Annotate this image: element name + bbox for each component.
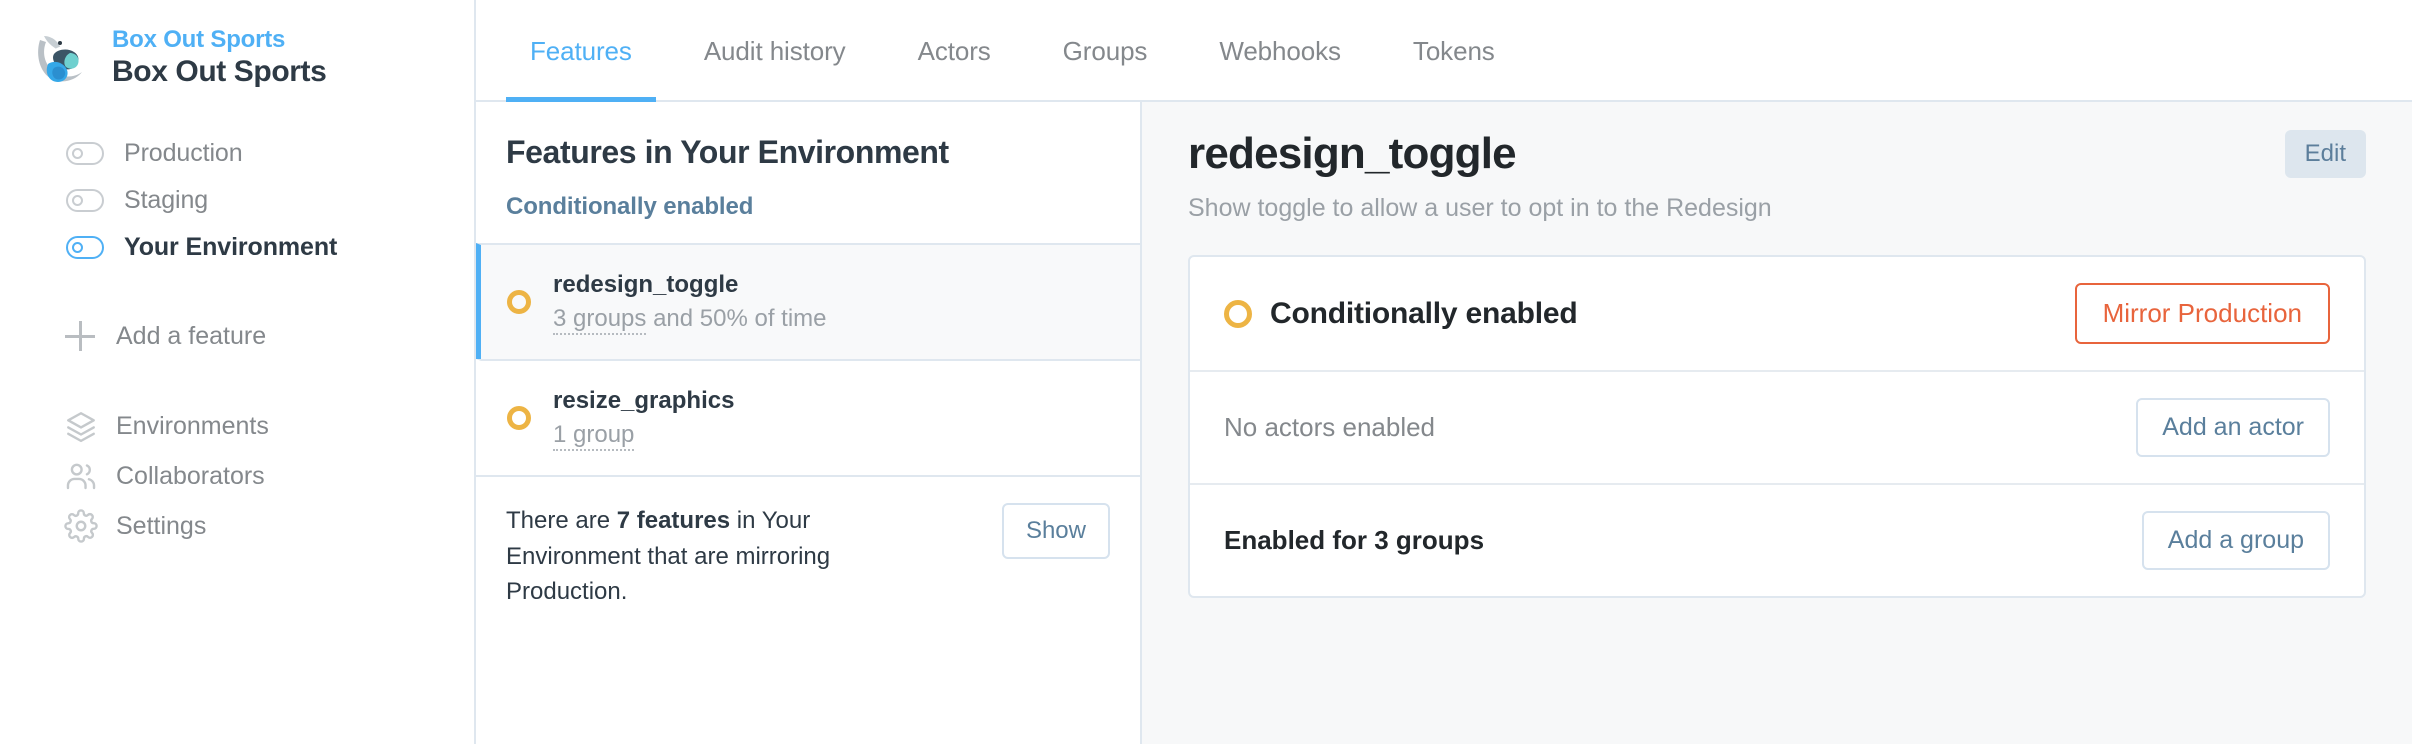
sidebar: Box Out Sports Box Out Sports Production… bbox=[0, 0, 476, 744]
sidebar-item-staging[interactable]: Staging bbox=[0, 177, 474, 224]
status-row: Conditionally enabled Mirror Production bbox=[1190, 257, 2364, 370]
status-badge: Conditionally enabled bbox=[1270, 297, 1578, 331]
feature-name: resize_graphics bbox=[553, 387, 734, 415]
tab-label: Features bbox=[530, 36, 632, 67]
feature-detail-description: Show toggle to allow a user to opt in to… bbox=[1188, 194, 1772, 223]
tab-features[interactable]: Features bbox=[506, 0, 656, 102]
features-panel-header: Features in Your Environment Conditional… bbox=[476, 102, 1140, 243]
gear-icon bbox=[64, 509, 98, 543]
conditional-ring-icon bbox=[1224, 300, 1252, 328]
add-feature-label: Add a feature bbox=[116, 322, 266, 351]
people-icon bbox=[64, 459, 98, 493]
environment-list: Production Staging Your Environment bbox=[0, 130, 474, 271]
sidebar-bottom-nav: Environments Collaborators bbox=[0, 401, 474, 551]
feature-settings-card: Conditionally enabled Mirror Production … bbox=[1188, 255, 2366, 598]
feature-detail-panel: redesign_toggle Show toggle to allow a u… bbox=[1142, 102, 2412, 744]
add-a-group-button[interactable]: Add a group bbox=[2142, 511, 2330, 570]
edit-button[interactable]: Edit bbox=[2285, 130, 2366, 178]
main-area: Features Audit history Actors Groups Web… bbox=[476, 0, 2412, 744]
feature-groups-link[interactable]: 3 groups bbox=[553, 305, 646, 335]
nav-label: Collaborators bbox=[116, 462, 265, 491]
toggle-off-icon bbox=[66, 189, 104, 212]
feature-description: 3 groups and 50% of time bbox=[553, 305, 827, 333]
mirror-production-button[interactable]: Mirror Production bbox=[2075, 283, 2330, 344]
conditional-ring-icon bbox=[507, 406, 531, 430]
environment-label: Staging bbox=[124, 186, 208, 215]
mirroring-note-prefix: There are bbox=[506, 507, 617, 534]
layers-icon bbox=[64, 409, 98, 443]
tab-bar: Features Audit history Actors Groups Web… bbox=[476, 0, 2412, 102]
sidebar-item-settings[interactable]: Settings bbox=[0, 501, 474, 551]
feature-description-rest: and 50% of time bbox=[646, 305, 826, 332]
conditional-ring-icon bbox=[507, 290, 531, 314]
tab-audit-history[interactable]: Audit history bbox=[680, 0, 870, 102]
tab-groups[interactable]: Groups bbox=[1039, 0, 1172, 102]
mirroring-production-note: There are 7 features in Your Environment… bbox=[476, 475, 1140, 636]
nav-label: Environments bbox=[116, 412, 269, 441]
groups-row: Enabled for 3 groups Add a group bbox=[1190, 483, 2364, 596]
actors-row: No actors enabled Add an actor bbox=[1190, 370, 2364, 483]
tab-label: Tokens bbox=[1413, 36, 1495, 67]
brand-header[interactable]: Box Out Sports Box Out Sports bbox=[0, 26, 474, 90]
page-title: redesign_toggle bbox=[1188, 130, 1772, 178]
tab-webhooks[interactable]: Webhooks bbox=[1195, 0, 1365, 102]
sidebar-item-production[interactable]: Production bbox=[0, 130, 474, 177]
features-list-panel: Features in Your Environment Conditional… bbox=[476, 102, 1142, 744]
sidebar-item-environments[interactable]: Environments bbox=[0, 401, 474, 451]
actors-status-text: No actors enabled bbox=[1224, 412, 1435, 443]
brand-project-name: Box Out Sports bbox=[112, 55, 326, 90]
tab-label: Audit history bbox=[704, 36, 846, 67]
add-an-actor-button[interactable]: Add an actor bbox=[2136, 398, 2330, 457]
add-feature-button[interactable]: Add a feature bbox=[0, 311, 474, 361]
feature-description: 1 group bbox=[553, 421, 734, 449]
tab-label: Groups bbox=[1063, 36, 1148, 67]
tab-actors[interactable]: Actors bbox=[894, 0, 1015, 102]
sidebar-item-collaborators[interactable]: Collaborators bbox=[0, 451, 474, 501]
feature-name: redesign_toggle bbox=[553, 271, 827, 299]
content-area: Features in Your Environment Conditional… bbox=[476, 102, 2412, 744]
tab-tokens[interactable]: Tokens bbox=[1389, 0, 1519, 102]
groups-status-text: Enabled for 3 groups bbox=[1224, 525, 1484, 556]
app-root: Box Out Sports Box Out Sports Production… bbox=[0, 0, 2412, 744]
feature-groups-link[interactable]: 1 group bbox=[553, 421, 634, 451]
environment-label: Your Environment bbox=[124, 233, 337, 262]
list-item[interactable]: resize_graphics 1 group bbox=[476, 359, 1140, 475]
dolphin-logo-icon bbox=[30, 26, 94, 90]
sidebar-item-your-environment[interactable]: Your Environment bbox=[0, 224, 474, 271]
mirroring-note-text: There are 7 features in Your Environment… bbox=[506, 503, 866, 610]
feature-detail-header: redesign_toggle Show toggle to allow a u… bbox=[1188, 130, 2366, 223]
tab-label: Webhooks bbox=[1219, 36, 1341, 67]
mirroring-note-count: 7 features bbox=[617, 507, 730, 534]
toggle-off-icon bbox=[66, 142, 104, 165]
tab-label: Actors bbox=[918, 36, 991, 67]
show-button[interactable]: Show bbox=[1002, 503, 1110, 559]
environment-label: Production bbox=[124, 139, 243, 168]
brand-org-name: Box Out Sports bbox=[112, 26, 326, 54]
list-item[interactable]: redesign_toggle 3 groups and 50% of time bbox=[476, 243, 1140, 359]
features-group-heading: Conditionally enabled bbox=[506, 193, 1110, 221]
nav-label: Settings bbox=[116, 512, 206, 541]
plus-icon bbox=[64, 320, 96, 352]
features-panel-title: Features in Your Environment bbox=[506, 134, 1110, 171]
toggle-on-icon bbox=[66, 236, 104, 259]
